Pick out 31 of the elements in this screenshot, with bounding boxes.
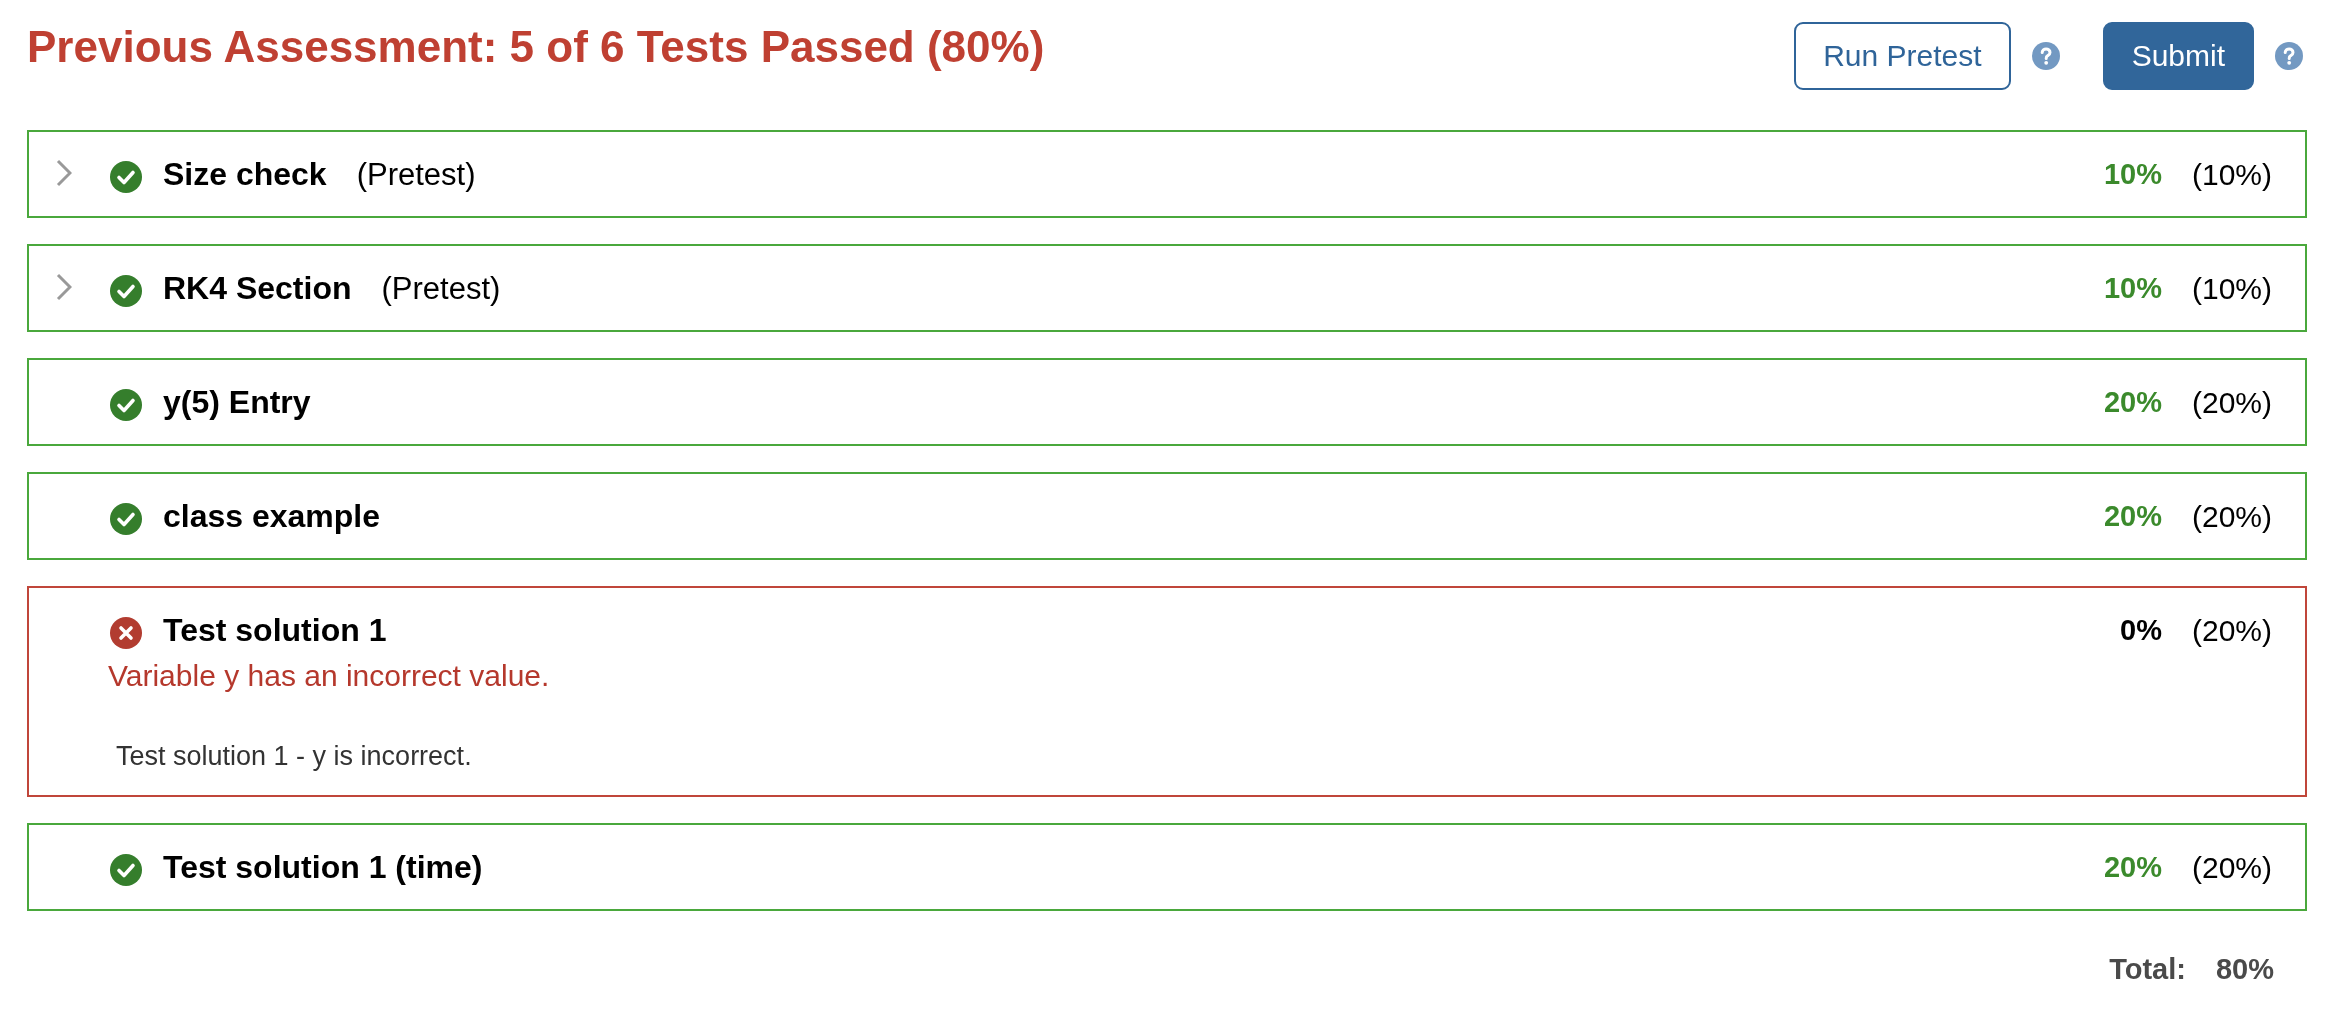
- page-title: Previous Assessment: 5 of 6 Tests Passed (80%): [27, 22, 1045, 72]
- weight-value: (20%): [2191, 613, 2272, 649]
- weight-value: (20%): [2191, 850, 2272, 886]
- chevron-right-icon[interactable]: [56, 158, 72, 187]
- score-value: 10%: [2103, 271, 2162, 306]
- run-pretest-button[interactable]: Run Pretest: [1794, 22, 2011, 90]
- weight-value: (10%): [2191, 157, 2272, 193]
- test-name: Test solution 1 (time): [163, 849, 483, 886]
- score-value: 20%: [2103, 385, 2162, 420]
- score-value: 20%: [2103, 850, 2162, 885]
- submit-button[interactable]: Submit: [2102, 22, 2254, 90]
- total-value: 80%: [2215, 952, 2274, 987]
- test-type-label: (Pretest): [356, 156, 476, 193]
- chevron-right-icon[interactable]: [56, 272, 72, 301]
- score-value: 0%: [2120, 613, 2162, 648]
- score-value: 10%: [2103, 157, 2162, 192]
- help-icon[interactable]: [2275, 42, 2303, 70]
- test-type-label: (Pretest): [381, 270, 501, 307]
- test-name: RK4 Section: [163, 270, 352, 307]
- total-label: Total:: [2109, 952, 2186, 987]
- error-message: Variable y has an incorrect value.: [108, 658, 551, 694]
- test-name: class example: [163, 498, 381, 535]
- help-icon[interactable]: [2031, 42, 2060, 70]
- test-name: Test solution 1: [163, 612, 387, 649]
- weight-value: (20%): [2191, 499, 2272, 535]
- error-detail: Test solution 1 - y is incorrect.: [116, 740, 473, 772]
- test-name: Size check: [163, 156, 327, 193]
- weight-value: (10%): [2191, 271, 2272, 307]
- test-name: y(5) Entry: [163, 384, 311, 421]
- score-value: 20%: [2103, 499, 2162, 534]
- weight-value: (20%): [2191, 385, 2272, 421]
